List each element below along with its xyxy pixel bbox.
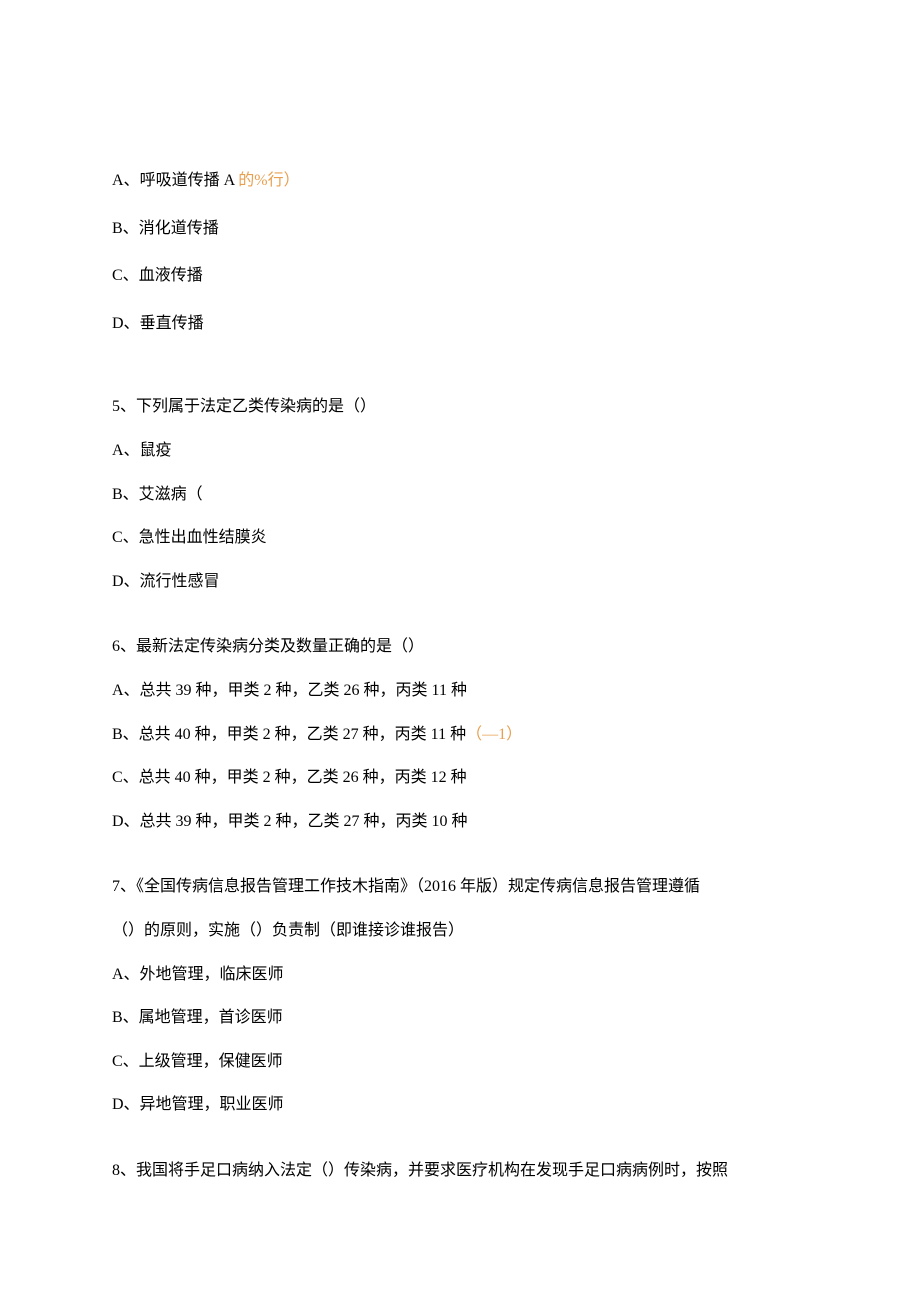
q5-option-a: A、鼠疫 (112, 438, 808, 464)
q4-option-b: B、消化道传播 (112, 216, 808, 242)
q7-option-c: C、上级管理，保健医师 (112, 1049, 808, 1075)
option-text: D、垂直传播 (112, 315, 204, 332)
q5-option-b: B、艾滋病（ (112, 482, 808, 508)
q6-option-c: C、总共 40 种，甲类 2 种，乙类 26 种，丙类 12 种 (112, 765, 808, 791)
q7-option-b: B、属地管理，首诊医师 (112, 1005, 808, 1031)
q7-stem-line1: 7、《全国传病信息报告管理工作技木指南》（2016 年版）规定传病信息报告管理遵… (112, 874, 808, 900)
option-text: B、消化道传播 (112, 220, 219, 237)
q6-stem: 6、最新法定传染病分类及数量正确的是（） (112, 634, 808, 660)
option-annotation: （—1） (466, 726, 522, 743)
q4-option-a: A、呼吸道传播 A 的%行） (112, 168, 808, 194)
option-text: B、总共 40 种，甲类 2 种，乙类 27 种，丙类 11 种 (112, 726, 466, 743)
q6-option-d: D、总共 39 种，甲类 2 种，乙类 27 种，丙类 10 种 (112, 809, 808, 835)
q6-option-a: A、总共 39 种，甲类 2 种，乙类 26 种，丙类 11 种 (112, 678, 808, 704)
option-annotation: 的%行） (234, 172, 299, 189)
q5-stem: 5、下列属于法定乙类传染病的是（） (112, 394, 808, 420)
q6-option-b: B、总共 40 种，甲类 2 种，乙类 27 种，丙类 11 种（—1） (112, 722, 808, 748)
q5-option-c: C、急性出血性结膜炎 (112, 525, 808, 551)
q7-option-a: A、外地管理，临床医师 (112, 962, 808, 988)
q7-stem-line2: （）的原则，实施（）负责制（即谁接诊谁报告） (112, 918, 808, 944)
q4-option-c: C、血液传播 (112, 263, 808, 289)
option-text: A、呼吸道传播 A (112, 172, 234, 189)
q5-option-d: D、流行性感冒 (112, 569, 808, 595)
q4-option-d: D、垂直传播 (112, 311, 808, 337)
option-text: C、血液传播 (112, 267, 203, 284)
q7-option-d: D、异地管理，职业医师 (112, 1092, 808, 1118)
q8-stem: 8、我国将手足口病纳入法定（）传染病，并要求医疗机构在发现手足口病病例时，按照 (112, 1158, 808, 1184)
